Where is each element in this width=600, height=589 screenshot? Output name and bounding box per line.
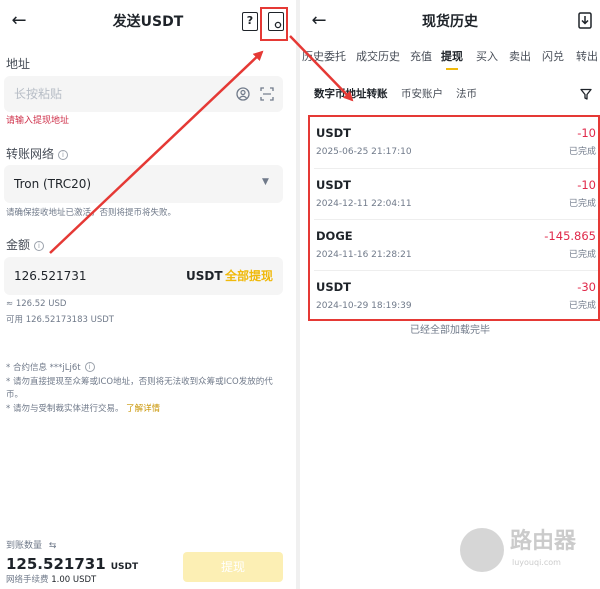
watermark-text: 路由器: [510, 529, 577, 554]
notes-list: * 合约信息 ***jLj6t i * 请勿直接提现至众筹或ICO地址，否则将无法…: [6, 362, 284, 417]
subtab-fiat[interactable]: 法币: [456, 86, 477, 102]
tab-order-history[interactable]: 历史委托: [302, 48, 346, 66]
amount-approx: ≈ 126.52 USD: [6, 299, 67, 309]
network-hint: 请确保接收地址已激活，否则将提币将失败。: [6, 208, 177, 218]
router-logo-icon: [460, 528, 504, 572]
withdraw-button[interactable]: 提现: [183, 552, 283, 582]
fee-label: 网络手续费: [6, 575, 49, 585]
withdraw-all-button[interactable]: 全部提现: [225, 268, 273, 284]
info-icon[interactable]: i: [58, 150, 69, 160]
history-header: ← 现货历史: [300, 0, 600, 44]
record-time: 2025-06-25 21:17:10: [316, 147, 412, 157]
record-coin: DOGE: [316, 229, 353, 243]
tab-convert[interactable]: 闪兑: [542, 48, 564, 66]
tab-withdraw[interactable]: 提现: [441, 48, 463, 66]
record-time: 2024-12-11 22:04:11: [316, 199, 412, 209]
info-icon[interactable]: i: [34, 241, 45, 251]
info-icon[interactable]: i: [84, 362, 95, 372]
address-error-text: 请输入提现地址: [6, 116, 70, 126]
receive-amount: 125.521731: [6, 555, 106, 573]
active-tab-indicator: [446, 68, 458, 70]
send-header: ← 发送USDT ?: [0, 0, 296, 44]
note-sanction: * 请勿与受制裁实体进行交易。 了解详情: [6, 404, 161, 414]
tab-buy[interactable]: 买入: [476, 48, 498, 66]
amount-unit: USDT: [186, 269, 223, 283]
network-select[interactable]: Tron (TRC20) ▼: [4, 165, 283, 203]
record-status: 已完成: [568, 250, 596, 260]
record-amount: -10: [577, 126, 596, 140]
list-item[interactable]: DOGE 2024-11-16 21:28:21 -145.865 已完成: [314, 219, 598, 270]
subtab-crypto-address[interactable]: 数字币地址转账: [314, 86, 388, 102]
record-status: 已完成: [568, 199, 596, 209]
record-time: 2024-10-29 18:19:39: [316, 301, 412, 311]
all-loaded-text: 已经全部加载完毕: [410, 325, 490, 336]
history-subtabs: 数字币地址转账 币安账户 法币: [0, 86, 600, 106]
network-label-row: 转账网络 i: [6, 146, 69, 162]
amount-label-row: 金额 i: [6, 237, 45, 253]
record-status: 已完成: [568, 301, 596, 311]
record-coin: USDT: [316, 126, 352, 140]
list-item[interactable]: USDT 2024-10-29 18:19:39 -30 已完成: [314, 270, 598, 321]
list-item[interactable]: USDT 2025-06-25 21:17:10 -10 已完成: [314, 117, 598, 168]
tab-deposit[interactable]: 充值: [410, 48, 432, 66]
tab-trade-history[interactable]: 成交历史: [356, 48, 400, 66]
page-title: 现货历史: [422, 14, 478, 30]
withdraw-records-list: USDT 2025-06-25 21:17:10 -10 已完成 USDT 20…: [308, 115, 600, 321]
network-label: 转账网络: [6, 147, 55, 161]
annotation-highlight-box: [260, 7, 288, 41]
record-time: 2024-11-16 21:28:21: [316, 250, 412, 260]
record-amount: -10: [577, 178, 596, 192]
chevron-down-icon: ▼: [262, 177, 269, 187]
export-download-icon[interactable]: [578, 12, 592, 29]
receive-label: 到账数量: [6, 541, 43, 551]
amount-input[interactable]: 126.521731 USDT 全部提现: [4, 257, 283, 295]
record-coin: USDT: [316, 280, 352, 294]
fee-row: 网络手续费 1.00 USDT: [6, 574, 96, 586]
list-item[interactable]: USDT 2024-12-11 22:04:11 -10 已完成: [314, 168, 598, 219]
filter-icon[interactable]: [580, 88, 592, 100]
learn-more-link[interactable]: 了解详情: [126, 404, 160, 414]
network-value: Tron (TRC20): [14, 177, 92, 191]
record-status: 已完成: [568, 147, 596, 157]
receive-amount-row: 125.521731 USDT: [6, 555, 138, 576]
receive-unit: USDT: [110, 562, 139, 572]
note-contract: * 合约信息 ***jLj6t i: [6, 362, 284, 375]
watermark-subtext: luyouqi.com: [512, 558, 561, 567]
swap-icon[interactable]: ⇆: [49, 541, 57, 551]
amount-label: 金额: [6, 238, 31, 252]
tab-transfer-out[interactable]: 转出: [576, 48, 598, 66]
record-amount: -145.865: [544, 229, 596, 243]
note-ico: * 请勿直接提现至众筹或ICO地址，否则将无法收到众筹或ICO发放的代币。: [6, 377, 273, 400]
amount-value: 126.521731: [14, 269, 87, 283]
watermark-logo: 路由器 luyouqi.com: [460, 524, 600, 580]
fee-value: 1.00 USDT: [51, 575, 97, 585]
subtab-binance-account[interactable]: 币安账户: [401, 86, 443, 102]
history-tabs: 历史委托 成交历史 充值 提现 买入 卖出 闪兑 转出: [0, 48, 600, 70]
receive-label-row: 到账数量 ⇆: [6, 540, 56, 552]
tab-sell[interactable]: 卖出: [509, 48, 531, 66]
record-amount: -30: [577, 280, 596, 294]
available-balance: 可用 126.52173183 USDT: [6, 315, 114, 325]
record-coin: USDT: [316, 178, 352, 192]
help-icon[interactable]: ?: [242, 12, 258, 31]
